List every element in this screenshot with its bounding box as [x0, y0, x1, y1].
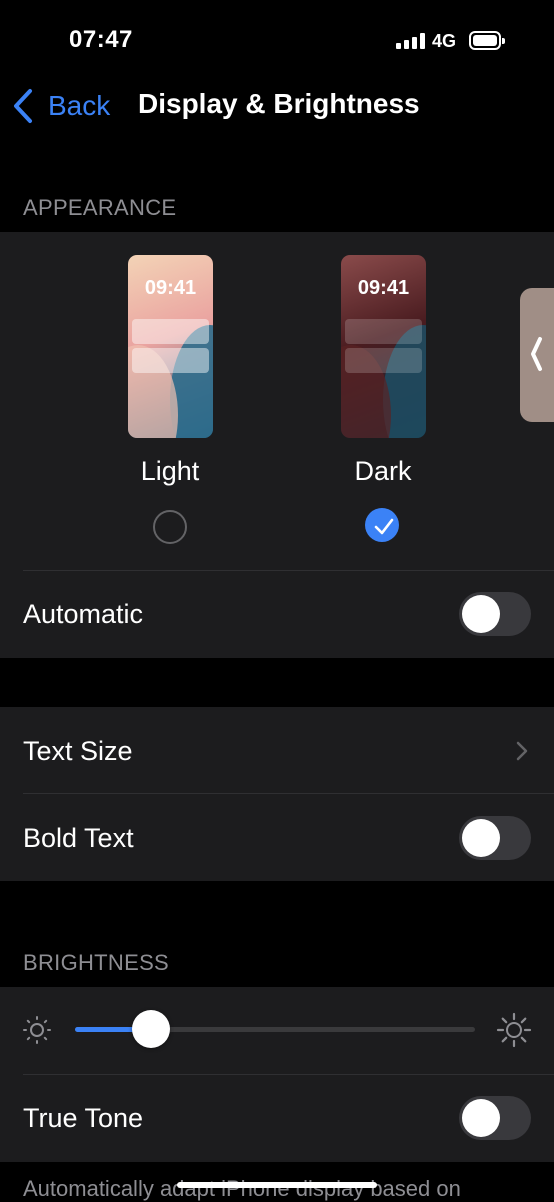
network-type: 4G	[432, 31, 457, 51]
light-mode-label: Light	[140, 456, 200, 486]
appearance-section-label: APPEARANCE	[23, 195, 177, 220]
sun-large-icon	[496, 1012, 532, 1048]
battery-icon	[469, 31, 505, 50]
status-time: 07:47	[69, 26, 133, 53]
true-tone-footer: Automatically adapt iPhone display based…	[23, 1176, 461, 1201]
light-mode-radio[interactable]	[153, 510, 187, 544]
page-title: Display & Brightness	[138, 88, 420, 119]
chevron-left-icon	[531, 337, 542, 371]
dark-mode-preview[interactable]: 09:41	[341, 255, 426, 438]
text-size-row[interactable]: Text Size	[0, 707, 554, 793]
dark-mode-label: Dark	[354, 456, 412, 486]
home-indicator	[177, 1182, 377, 1188]
dark-mode-radio[interactable]	[365, 508, 399, 542]
back-button[interactable]: Back	[12, 86, 110, 126]
automatic-label: Automatic	[23, 599, 144, 629]
light-preview-time: 09:41	[144, 277, 197, 299]
light-mode-preview[interactable]: 09:41	[128, 255, 213, 438]
brightness-section-label: BRIGHTNESS	[23, 950, 170, 975]
appearance-group: 09:41 Light 09:41 Dark Automatic	[0, 232, 554, 658]
true-tone-label: True Tone	[23, 1103, 144, 1133]
true-tone-toggle[interactable]	[459, 1096, 531, 1140]
side-panel-handle[interactable]	[520, 288, 554, 422]
checkmark-icon	[374, 518, 394, 535]
text-size-label: Text Size	[23, 736, 133, 766]
sun-small-icon	[23, 1016, 51, 1044]
automatic-toggle[interactable]	[459, 592, 531, 636]
brightness-group: True Tone	[0, 987, 554, 1162]
dark-preview-time: 09:41	[357, 277, 410, 299]
cellular-signal-icon	[396, 33, 426, 49]
text-group: Text Size Bold Text	[0, 707, 554, 881]
brightness-slider-thumb[interactable]	[132, 1010, 170, 1048]
chevron-left-icon	[14, 89, 32, 123]
bold-text-toggle[interactable]	[459, 816, 531, 860]
brightness-slider-track[interactable]	[75, 1010, 475, 1048]
bold-text-label: Bold Text	[23, 823, 134, 853]
chevron-right-icon	[516, 741, 528, 761]
back-label: Back	[48, 90, 111, 121]
